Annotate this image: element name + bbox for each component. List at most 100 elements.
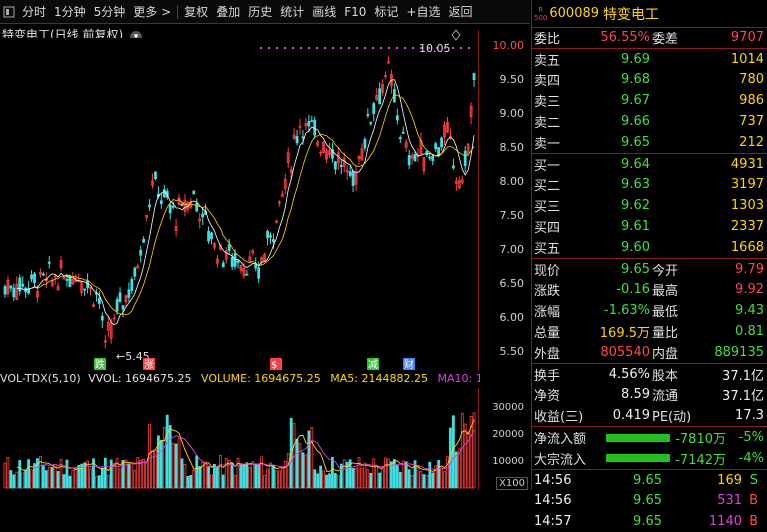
candle-body — [407, 155, 411, 166]
volume-bar — [351, 468, 355, 489]
candle-body — [121, 305, 125, 310]
volume-bar — [248, 466, 252, 489]
bid-volume: 2337 — [730, 219, 764, 235]
ask-row: 卖五 9.69 1014 — [532, 49, 767, 70]
candle-body — [98, 297, 101, 304]
volume-bar — [354, 467, 358, 489]
candle-body — [272, 239, 275, 243]
money-flow: 净流入额 -7810万 -5% 大宗流入 -7142万 -4% — [532, 427, 767, 470]
ask-book: 卖五 9.69 1014 卖四 9.68 780 卖三 9.67 986 卖二 9.66 737 卖一 9… — [532, 49, 767, 154]
ask-price: 9.67 — [621, 93, 650, 109]
volume-bar — [210, 474, 213, 489]
volume-bar — [316, 473, 320, 489]
volume-bar — [460, 412, 464, 489]
price-tick: 10.00 — [492, 39, 525, 52]
stat-value: 9.65 — [621, 261, 650, 277]
ask-label: 卖二 — [534, 116, 561, 132]
volume-bar — [307, 430, 311, 489]
candle-body — [339, 164, 343, 168]
volume-bar — [431, 472, 435, 489]
volume-bar — [375, 465, 379, 489]
volume-bar — [333, 473, 337, 489]
candle-body — [210, 232, 213, 240]
volume-bar — [215, 466, 219, 489]
tick-row: 14:56 9.65 169 S — [532, 470, 767, 491]
candle-body — [159, 200, 163, 204]
volume-unit[interactable]: X100 — [496, 477, 528, 490]
candle-body — [201, 213, 205, 218]
volume-bar — [357, 457, 361, 489]
bid-label: 买二 — [534, 179, 561, 195]
volume-bar — [325, 474, 328, 489]
volume-bar — [68, 475, 72, 489]
volume-bar — [106, 474, 110, 489]
volume-bar — [189, 474, 193, 489]
volume-bar — [304, 454, 308, 489]
vol-tick: 10000 — [492, 456, 524, 467]
volume-chart[interactable] — [0, 388, 480, 490]
candle-body — [115, 299, 119, 312]
event-marker-label: 跌 — [95, 358, 105, 370]
stat-value: 17.3 — [735, 408, 764, 424]
stat-label: 收益(三) — [534, 410, 584, 426]
volume-bar — [440, 467, 444, 489]
stat-label: 净资 — [534, 389, 561, 405]
volume-bar — [392, 459, 396, 489]
bid-row: 买五 9.60 1668 — [532, 237, 767, 258]
volume-bar — [195, 455, 199, 489]
volume-bar — [239, 463, 243, 489]
candle-body — [372, 103, 376, 114]
stat-row: 总量 169.5万 量比 0.81 — [532, 321, 767, 342]
flow-bar — [606, 433, 670, 442]
volume-bar — [274, 470, 278, 489]
volume-bar — [21, 472, 25, 489]
tick-row: 14:56 9.65 531 B — [532, 491, 767, 512]
tick-volume: 169 — [717, 472, 742, 488]
candlestick-chart[interactable]: 10.05←5.45跌涨 $ 减财 — [0, 0, 530, 370]
candle-body — [463, 150, 467, 167]
tick-side: B — [749, 514, 758, 530]
candle-body — [313, 119, 317, 136]
volume-indicator-name[interactable]: VOL-TDX(5,10) — [0, 372, 81, 385]
stat-label: PE(动) — [652, 410, 692, 426]
candle-body — [154, 171, 157, 180]
volume-bar — [384, 457, 387, 489]
volume-bar — [360, 468, 364, 489]
candle-body — [3, 286, 7, 295]
candle-body — [133, 267, 137, 277]
stat-value: 8.59 — [621, 387, 650, 403]
volume-bar — [62, 474, 66, 489]
ask-price: 9.65 — [621, 134, 650, 150]
flow-row: 大宗流入 -7142万 -4% — [532, 448, 767, 469]
volume-bar — [401, 460, 405, 489]
stat-value: 0.81 — [735, 324, 764, 340]
volume-header: VOL-TDX(5,10) VVOL: 1694675.25 VOLUME: 1… — [0, 372, 480, 388]
candle-body — [333, 161, 337, 170]
bid-label: 买五 — [534, 241, 561, 257]
volume-bar — [369, 472, 373, 489]
ask-volume: 1014 — [730, 51, 764, 67]
price-tick: 6.00 — [499, 311, 525, 324]
volume-bar — [12, 474, 16, 489]
tick-time: 14:57 — [534, 514, 572, 530]
candle-body — [257, 267, 261, 279]
volume-bar — [56, 471, 60, 489]
candle-body — [162, 189, 166, 198]
bid-label: 买四 — [534, 221, 561, 237]
ask-volume: 986 — [739, 93, 764, 109]
price-tick: 5.50 — [499, 345, 525, 358]
tick-side: S — [749, 472, 758, 488]
volume-bar — [233, 474, 237, 489]
volume-bar — [30, 469, 33, 489]
candle-body — [65, 279, 69, 281]
bid-volume: 1668 — [730, 239, 764, 255]
event-marker-label: $ — [271, 360, 277, 370]
candle-body — [207, 231, 210, 242]
ask-label: 卖三 — [534, 95, 561, 111]
volume-bar — [283, 460, 287, 489]
volume-bar — [186, 475, 190, 489]
volume-bar — [416, 466, 420, 489]
volume-bar — [381, 468, 385, 489]
volume-bar — [6, 456, 10, 489]
volume-bar — [192, 469, 196, 489]
